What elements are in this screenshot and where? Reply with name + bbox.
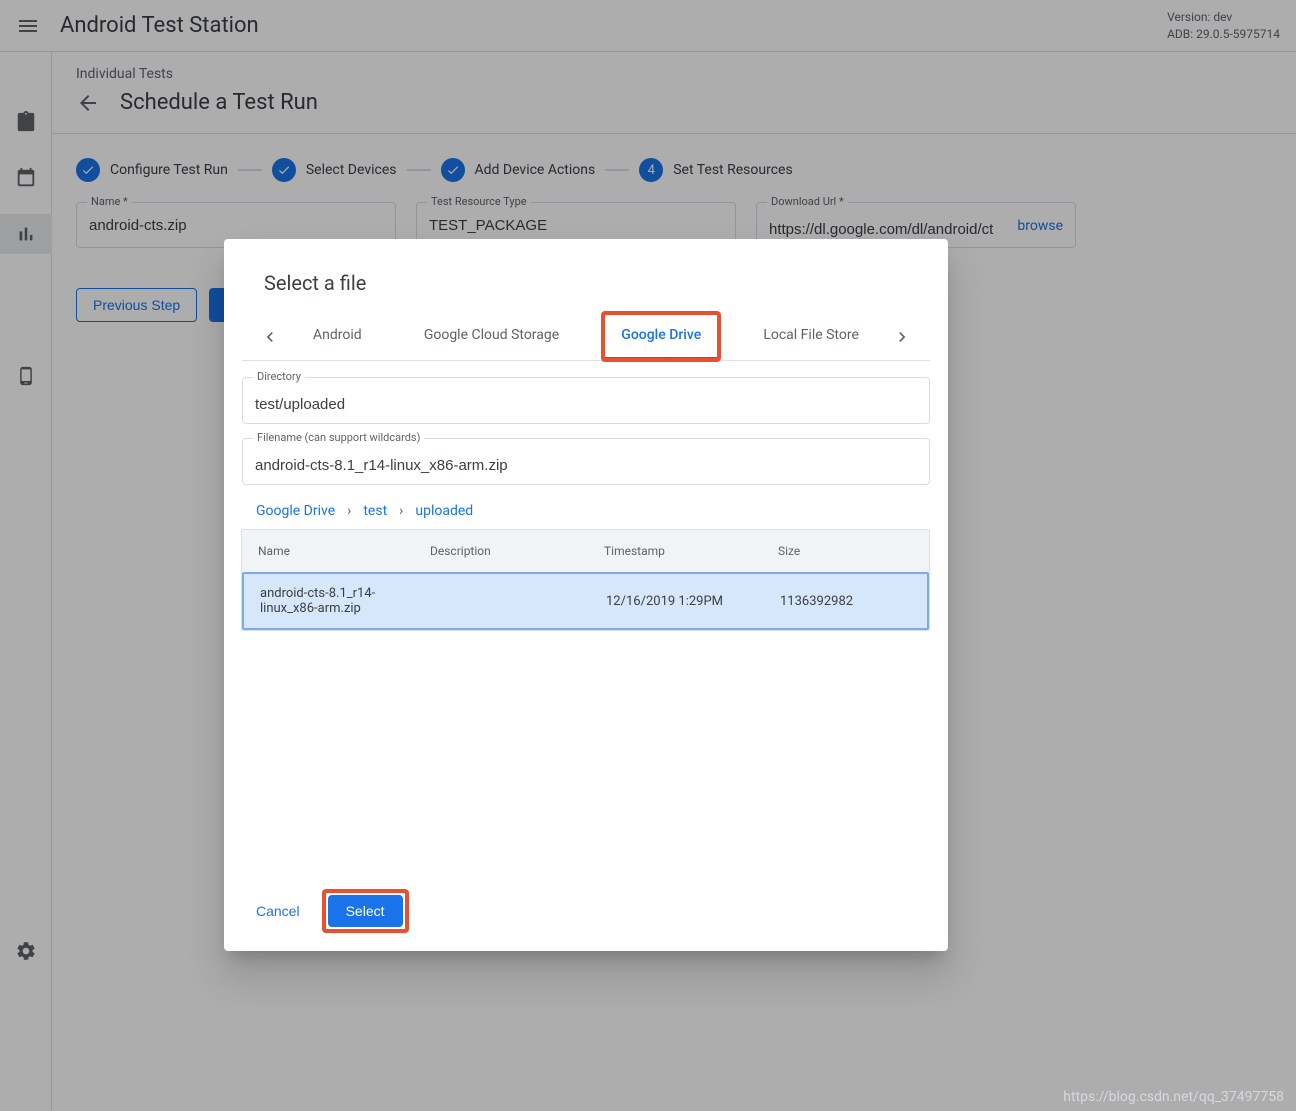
field-label: Directory (253, 370, 305, 383)
table-header: Name Description Timestamp Size (242, 530, 929, 572)
crumb-root[interactable]: Google Drive (256, 503, 335, 519)
watermark: https://blog.csdn.net/qq_37497758 (1063, 1089, 1284, 1105)
crumb-uploaded[interactable]: uploaded (415, 503, 473, 519)
row-size: 1136392982 (780, 594, 911, 609)
select-button-highlight: Select (322, 889, 409, 933)
file-table: Name Description Timestamp Size android-… (241, 529, 930, 631)
tab-google-drive[interactable]: Google Drive (603, 313, 719, 360)
chevron-right-icon[interactable] (890, 325, 914, 349)
col-timestamp-header: Timestamp (604, 544, 778, 558)
directory-field[interactable]: Directory (242, 377, 930, 424)
directory-input[interactable] (255, 396, 917, 413)
chevron-right-icon: › (399, 503, 403, 519)
tab-local-file-store[interactable]: Local File Store (745, 313, 877, 360)
col-description-header: Description (430, 544, 604, 558)
dialog-title: Select a file (224, 239, 948, 313)
dialog-actions: Cancel Select (224, 875, 948, 951)
select-button[interactable]: Select (328, 895, 403, 927)
col-name-header: Name (258, 544, 430, 558)
cancel-button[interactable]: Cancel (244, 895, 312, 927)
field-label: Filename (can support wildcards) (253, 431, 424, 444)
crumb-test[interactable]: test (363, 503, 387, 519)
filename-field[interactable]: Filename (can support wildcards) (242, 438, 930, 485)
chevron-right-icon: › (347, 503, 351, 519)
tabs: Android Google Cloud Storage Google Driv… (282, 313, 890, 360)
path-breadcrumbs: Google Drive › test › uploaded (242, 499, 930, 529)
tabs-row: Android Google Cloud Storage Google Driv… (242, 313, 930, 361)
tab-android[interactable]: Android (295, 313, 380, 360)
tab-gcs[interactable]: Google Cloud Storage (406, 313, 577, 360)
filename-input[interactable] (255, 457, 917, 474)
row-name: android-cts-8.1_r14-linux_x86-arm.zip (260, 586, 432, 616)
file-select-dialog: Select a file Android Google Cloud Stora… (224, 239, 948, 951)
chevron-left-icon[interactable] (258, 325, 282, 349)
table-row[interactable]: android-cts-8.1_r14-linux_x86-arm.zip 12… (242, 572, 929, 630)
col-size-header: Size (778, 544, 913, 558)
dialog-body: Directory Filename (can support wildcard… (224, 361, 948, 875)
row-timestamp: 12/16/2019 1:29PM (606, 594, 780, 609)
